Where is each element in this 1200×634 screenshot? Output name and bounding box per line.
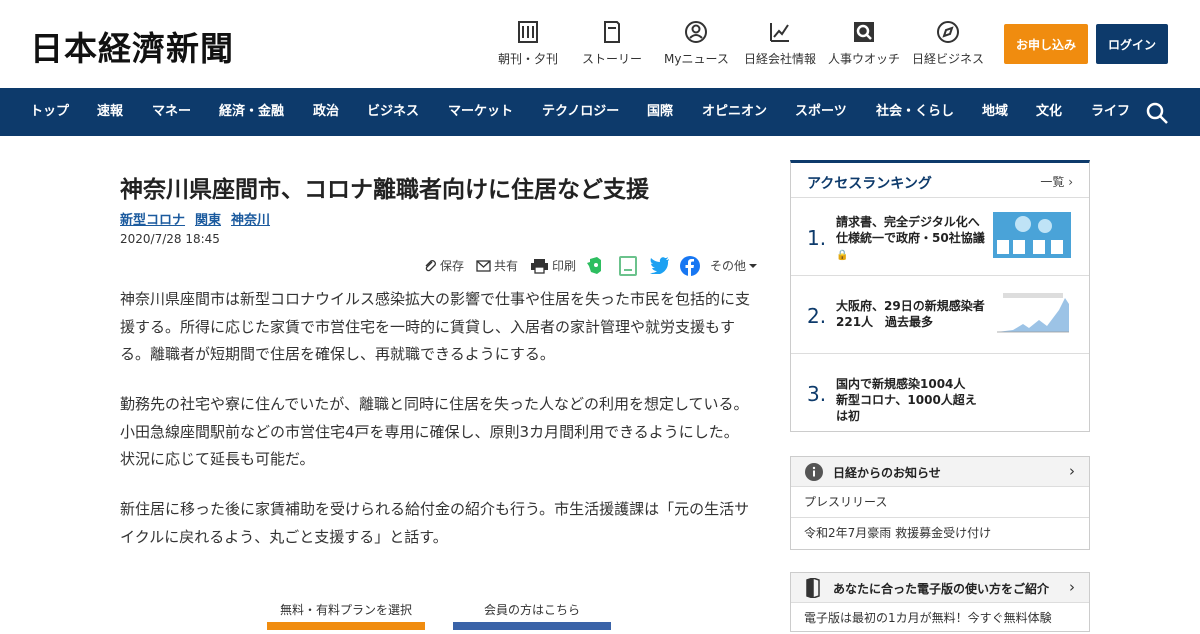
guide-heading: あなたに合った電子版の使い方をご紹介: [833, 582, 1050, 596]
nav-item-breaking[interactable]: 速報: [97, 88, 123, 136]
member-login-button[interactable]: [453, 622, 611, 630]
tag-link[interactable]: 新型コロナ: [120, 209, 185, 228]
ranking-item[interactable]: 3. 国内で新規感染1004人 新型コロナ、1000人超えは初: [791, 353, 1089, 431]
header-nav-label: 人事ウオッチ: [828, 52, 901, 66]
digital-guide: あなたに合った電子版の使い方をご紹介 › 電子版は最初の1カ月が無料！今すぐ無料…: [790, 572, 1090, 632]
header-nav-nikkei-business[interactable]: 日経ビジネス: [912, 20, 984, 67]
header-nav-label: Myニュース: [664, 52, 729, 66]
nav-item-sports[interactable]: スポーツ: [795, 88, 847, 136]
save-button[interactable]: 保存: [423, 257, 464, 274]
main-navbar: トップ 速報 マネー 経済・金融 政治 ビジネス マーケット テクノロジー 国際…: [0, 88, 1200, 136]
article-title: 神奈川県座間市、コロナ離職者向けに住居など支援: [120, 177, 649, 203]
rank-number: 1.: [807, 226, 827, 250]
facebook-icon[interactable]: [680, 256, 700, 276]
nav-item-region[interactable]: 地域: [982, 88, 1008, 136]
save-label: 保存: [440, 259, 465, 273]
header-nav-label: 日経ビジネス: [912, 52, 985, 66]
header-nav-company-info[interactable]: 日経会社情報: [744, 20, 816, 67]
mail-icon: [476, 259, 491, 272]
rank-headline: 請求書、完全デジタル化へ 仕様統一で政府・50社協議 🔒: [836, 215, 992, 261]
article-paragraph: 新住居に移った後に家賃補助を受けられる給付金の紹介も行う。市生活援護課は「元の生…: [120, 500, 750, 546]
printer-icon: [531, 258, 548, 274]
ranking-heading: アクセスランキング: [807, 176, 932, 192]
rank-number: 3.: [807, 382, 827, 406]
notices-heading: 日経からのお知らせ: [833, 466, 941, 480]
nav-item-money[interactable]: マネー: [152, 88, 191, 136]
article-paragraph: 勤務先の社宅や寮に住んでいたが、離職と同時に住居を失った人などの利用を想定してい…: [120, 395, 749, 468]
caret-down-icon: [749, 263, 758, 268]
more-share-dropdown[interactable]: その他: [710, 257, 761, 274]
tag-link[interactable]: 関東: [195, 209, 221, 228]
rank-headline: 大阪府、29日の新規感染者221人 過去最多: [836, 299, 985, 329]
notice-link[interactable]: 令和2年7月豪雨 救援募金受け付け: [791, 518, 1089, 549]
more-label: その他: [710, 259, 747, 273]
member-cta-label: 会員の方はこちら: [483, 603, 580, 617]
book-icon: [604, 21, 620, 43]
header-nav-print-edition[interactable]: 朝刊・夕刊: [498, 20, 558, 67]
ranking-item[interactable]: 2. 大阪府、29日の新規感染者221人 過去最多: [791, 275, 1089, 353]
lock-icon: 🔒: [836, 250, 849, 261]
print-label: 印刷: [552, 259, 577, 273]
header-nav-label: ストーリー: [582, 52, 643, 66]
ranking-more-label: 一覧: [1040, 175, 1065, 189]
header-nav-my-news[interactable]: Myニュース: [664, 20, 729, 67]
article-date: 2020/7/28 18:45: [120, 232, 220, 246]
site-header: 日本経濟新聞 朝刊・夕刊 ストーリー Myニュース 日経会社情報 人事ウオッチ …: [0, 0, 1200, 88]
ranking-item[interactable]: 1. 請求書、完全デジタル化へ 仕様統一で政府・50社協議 🔒: [791, 197, 1089, 275]
guide-header[interactable]: あなたに合った電子版の使い方をご紹介 ›: [791, 573, 1089, 603]
print-button[interactable]: 印刷: [530, 257, 576, 274]
header-nav-label: 日経会社情報: [744, 52, 817, 66]
info-icon: [805, 463, 823, 481]
newspaper-icon: [518, 21, 538, 43]
nav-item-culture[interactable]: 文化: [1036, 88, 1062, 136]
site-logo[interactable]: 日本経濟新聞: [30, 22, 234, 70]
nav-item-business[interactable]: ビジネス: [367, 88, 419, 136]
ranking-more-link[interactable]: 一覧 ›: [1040, 173, 1073, 190]
nav-item-top[interactable]: トップ: [30, 88, 69, 136]
chevron-right-icon: ›: [1069, 462, 1075, 480]
article-thumbnail: [993, 212, 1071, 258]
nav-item-market[interactable]: マーケット: [448, 88, 513, 136]
notice-link[interactable]: プレスリリース: [791, 487, 1089, 518]
nav-item-society[interactable]: 社会・くらし: [876, 88, 954, 136]
apply-button[interactable]: お申し込み: [1004, 24, 1088, 64]
nav-item-opinion[interactable]: オピニオン: [702, 88, 767, 136]
nav-item-technology[interactable]: テクノロジー: [542, 88, 619, 136]
compass-icon: [937, 21, 959, 43]
twitter-icon[interactable]: [650, 257, 670, 274]
article-paragraph: 神奈川県座間市は新型コロナウイルス感染拡大の影響で仕事や住居を失った市民を包括的…: [120, 290, 751, 363]
search-icon[interactable]: [1145, 101, 1169, 125]
guide-link[interactable]: 電子版は最初の1カ月が無料！今すぐ無料体験: [791, 603, 1089, 634]
nikkei-notices: 日経からのお知らせ › プレスリリース 令和2年7月豪雨 救援募金受け付け: [790, 456, 1090, 550]
header-nav-story[interactable]: ストーリー: [582, 20, 642, 67]
share-label: 共有: [494, 259, 519, 273]
nav-item-economy[interactable]: 経済・金融: [219, 88, 284, 136]
rank-number: 2.: [807, 304, 827, 328]
note-icon[interactable]: [619, 256, 637, 276]
user-icon: [685, 21, 707, 43]
nav-item-international[interactable]: 国際: [647, 88, 673, 136]
magnifier-icon: [854, 22, 874, 42]
plan-select-button[interactable]: [267, 622, 425, 630]
header-nav-personnel-watch[interactable]: 人事ウオッチ: [828, 20, 900, 67]
tag-link[interactable]: 神奈川: [231, 209, 270, 228]
chevron-right-icon: ›: [1068, 175, 1073, 189]
rank-headline: 国内で新規感染1004人 新型コロナ、1000人超えは初: [836, 377, 978, 423]
article-thumbnail: [993, 290, 1071, 336]
header-nav-label: 朝刊・夕刊: [498, 52, 559, 66]
chevron-right-icon: ›: [1069, 578, 1075, 596]
bookmark-icon: [806, 578, 820, 598]
login-button[interactable]: ログイン: [1096, 24, 1168, 64]
plan-cta-label: 無料・有料プランを選択: [279, 603, 412, 617]
evernote-icon[interactable]: [586, 256, 604, 275]
access-ranking: アクセスランキング 一覧 › 1. 請求書、完全デジタル化へ 仕様統一で政府・5…: [790, 160, 1090, 432]
notices-header[interactable]: 日経からのお知らせ ›: [791, 457, 1089, 487]
nav-item-life[interactable]: ライフ: [1091, 88, 1130, 136]
nav-item-politics[interactable]: 政治: [313, 88, 339, 136]
share-button[interactable]: 共有: [476, 257, 518, 274]
chart-icon: [770, 23, 789, 42]
clip-icon: [425, 259, 436, 271]
